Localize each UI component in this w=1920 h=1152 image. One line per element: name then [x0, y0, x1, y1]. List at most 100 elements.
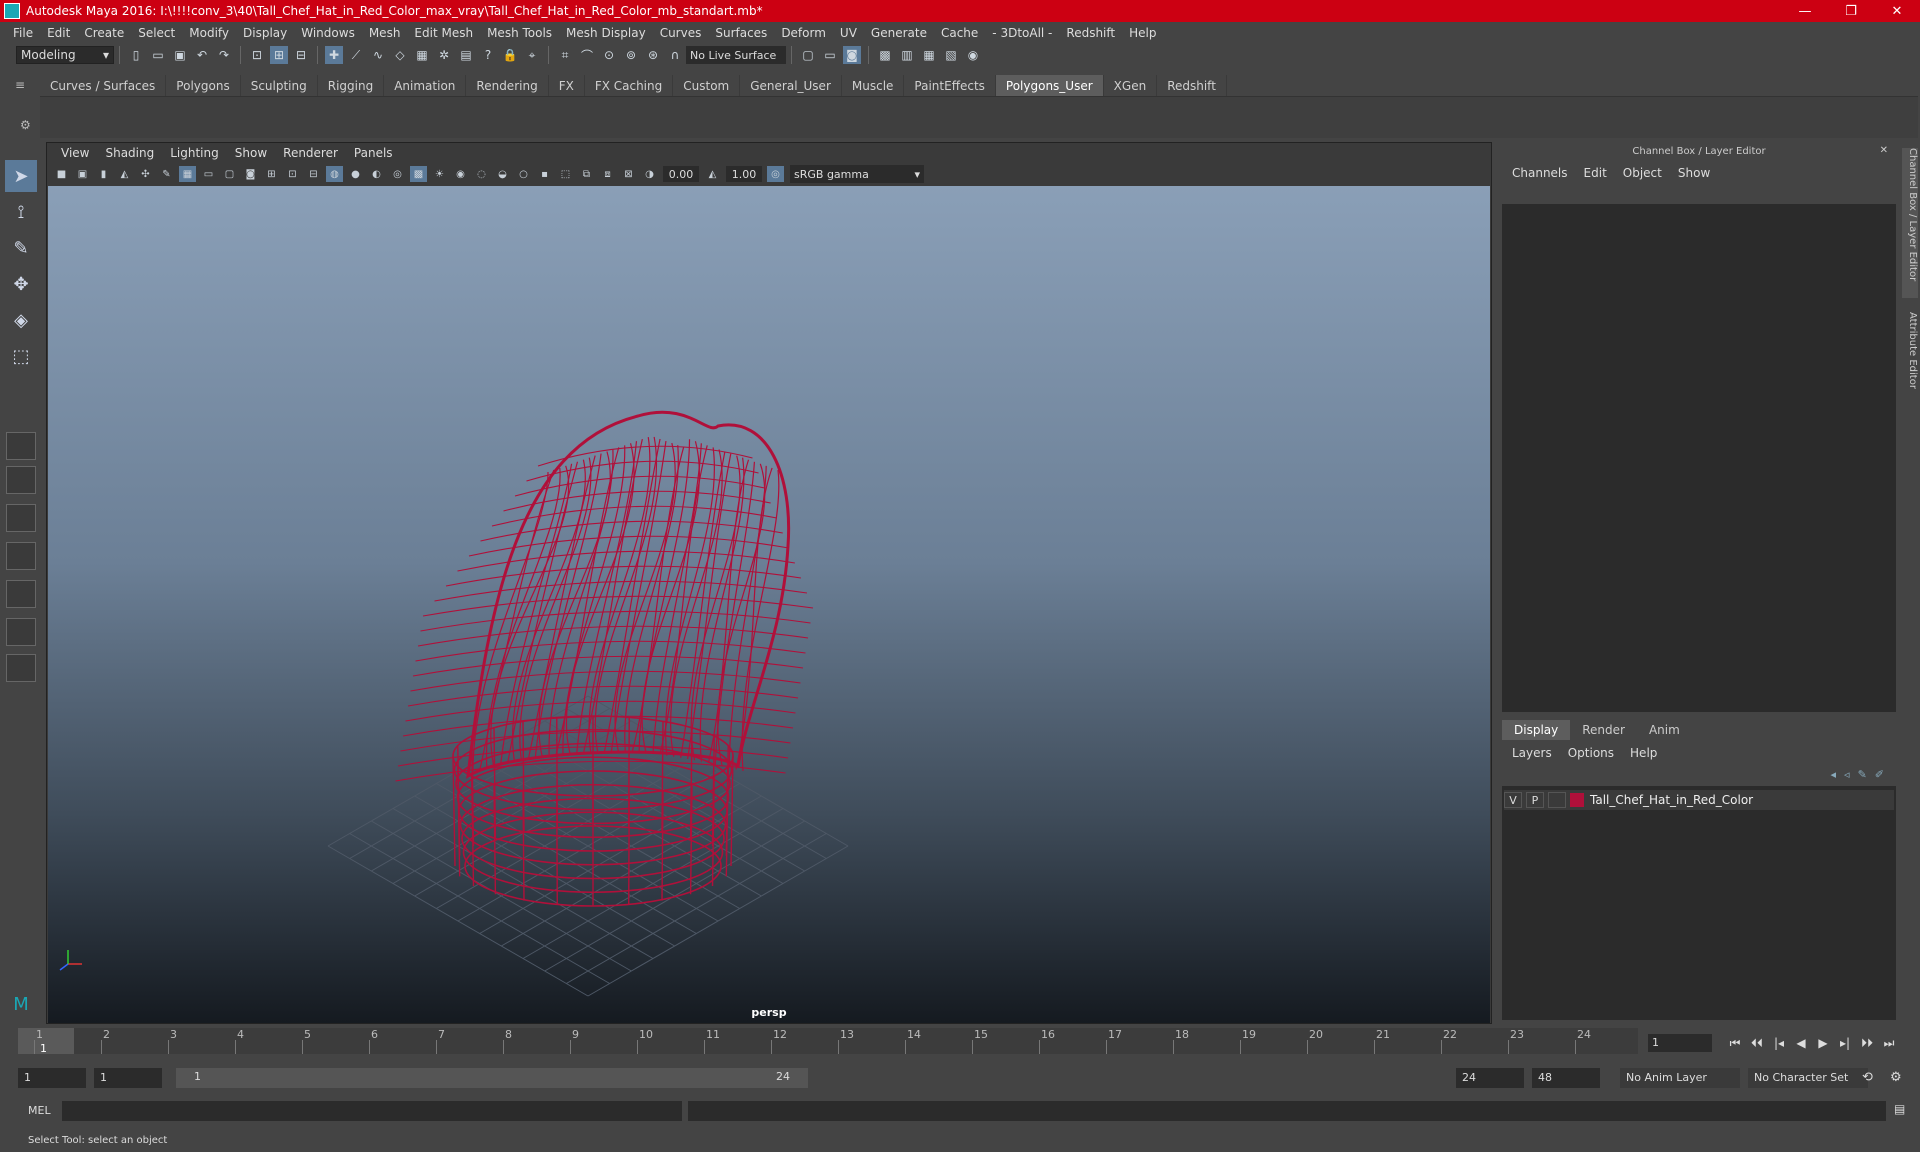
tab-render[interactable]: Render: [1570, 720, 1637, 740]
step-forward-key-icon[interactable]: ⏵⏵: [1856, 1034, 1878, 1052]
time-slider[interactable]: 1 1 2 3 4 5 6 7 8 9 10 11 12 13 14 15 16 17 18 19 20 21 22 23 2…: [18, 1028, 1638, 1055]
move-layer-up-icon[interactable]: ◂: [1831, 768, 1837, 781]
xray-joints-icon[interactable]: ⧈: [599, 166, 616, 182]
menu-edit-mesh[interactable]: Edit Mesh: [407, 26, 480, 40]
persp-hypershade-layout-icon[interactable]: [6, 580, 36, 608]
render-current-frame-icon[interactable]: ▭: [821, 46, 839, 64]
menu-generate[interactable]: Generate: [864, 26, 934, 40]
anti-aliasing-icon[interactable]: ○: [515, 166, 532, 182]
playback-start-field[interactable]: 1: [94, 1068, 162, 1088]
select-joints-icon[interactable]: ⟋: [347, 46, 365, 64]
new-layer-selected-icon[interactable]: ✐: [1875, 768, 1884, 781]
layer-visibility-toggle[interactable]: V: [1504, 792, 1522, 808]
select-tool-icon[interactable]: ➤: [5, 160, 37, 192]
open-scene-icon[interactable]: ▭: [149, 46, 167, 64]
rotate-tool-icon[interactable]: ◈: [5, 304, 37, 336]
menu-deform[interactable]: Deform: [774, 26, 833, 40]
view-transform-dropdown[interactable]: sRGB gamma ▾: [790, 165, 924, 183]
tab-fx-caching[interactable]: FX Caching: [585, 75, 674, 96]
xray-components-icon[interactable]: ⊠: [620, 166, 637, 182]
snap-live-icon[interactable]: ⊛: [644, 46, 662, 64]
safe-title-icon[interactable]: ⊟: [305, 166, 322, 182]
menu-mesh-tools[interactable]: Mesh Tools: [480, 26, 559, 40]
grease-pencil-icon[interactable]: ✎: [158, 166, 175, 182]
menu-uv[interactable]: UV: [833, 26, 864, 40]
snap-grid-icon[interactable]: ⌗: [556, 46, 574, 64]
exposure-icon[interactable]: ◑: [641, 166, 658, 182]
2d-pan-zoom-icon[interactable]: ✣: [137, 166, 154, 182]
tab-rendering[interactable]: Rendering: [466, 75, 549, 96]
construction-history-icon[interactable]: ▢: [799, 46, 817, 64]
menu-curves[interactable]: Curves: [653, 26, 709, 40]
viewport-menu-shading[interactable]: Shading: [97, 146, 162, 160]
tab-sculpting[interactable]: Sculpting: [241, 75, 318, 96]
menu-mesh[interactable]: Mesh: [362, 26, 408, 40]
custom-layout-icon[interactable]: [6, 654, 36, 682]
playback-end-field[interactable]: 24: [1456, 1068, 1524, 1088]
color-management-icon[interactable]: ◎: [767, 166, 784, 182]
go-to-start-icon[interactable]: ⏮: [1724, 1034, 1746, 1052]
script-language-label[interactable]: MEL: [28, 1104, 51, 1117]
film-gate-icon[interactable]: ▭: [200, 166, 217, 182]
side-tab-attribute-editor[interactable]: Attribute Editor: [1902, 312, 1918, 412]
wireframe-on-shaded-icon[interactable]: ◎: [389, 166, 406, 182]
select-deformations-icon[interactable]: ▦: [413, 46, 431, 64]
menu-modify[interactable]: Modify: [182, 26, 236, 40]
tab-general-user[interactable]: General_User: [740, 75, 842, 96]
persp-outliner-layout-icon[interactable]: [6, 504, 36, 532]
select-dynamics-icon[interactable]: ✲: [435, 46, 453, 64]
auto-key-icon[interactable]: ⟲: [1862, 1070, 1873, 1085]
camera-attributes-icon[interactable]: ▣: [74, 166, 91, 182]
depth-of-field-icon[interactable]: ▪: [536, 166, 553, 182]
bookmark-icon[interactable]: ▮: [95, 166, 112, 182]
snap-point-icon[interactable]: ⊙: [600, 46, 618, 64]
menu-surfaces[interactable]: Surfaces: [708, 26, 774, 40]
close-button[interactable]: ✕: [1874, 0, 1920, 22]
live-surface-field[interactable]: No Live Surface: [686, 46, 786, 64]
gate-mask-icon[interactable]: ◙: [242, 166, 259, 182]
step-back-key-icon[interactable]: ⏴⏴: [1746, 1034, 1768, 1052]
menu-redshift[interactable]: Redshift: [1059, 26, 1122, 40]
lasso-tool-icon[interactable]: ⟟: [5, 196, 37, 228]
range-slider[interactable]: 1 24: [176, 1068, 808, 1088]
highlight-selection-icon[interactable]: ⌖: [523, 46, 541, 64]
layer-color-swatch[interactable]: [1570, 793, 1584, 807]
select-component-icon[interactable]: ⊟: [292, 46, 310, 64]
exposure-field[interactable]: 0.00: [663, 166, 699, 182]
tab-custom[interactable]: Custom: [673, 75, 741, 96]
tab-polygons[interactable]: Polygons: [166, 75, 241, 96]
anim-layer-dropdown[interactable]: No Anim Layer: [1620, 1068, 1740, 1088]
select-misc-icon[interactable]: ?: [479, 46, 497, 64]
tab-xgen[interactable]: XGen: [1104, 75, 1158, 96]
menu-layer-help[interactable]: Help: [1622, 746, 1665, 760]
layer-row[interactable]: V P Tall_Chef_Hat_in_Red_Color: [1504, 790, 1894, 810]
select-object-icon[interactable]: ⊞: [270, 46, 288, 64]
play-backwards-icon[interactable]: ◀: [1790, 1034, 1812, 1052]
step-forward-frame-icon[interactable]: ▸|: [1834, 1034, 1856, 1052]
menu-help[interactable]: Help: [1122, 26, 1163, 40]
channel-box-area[interactable]: [1502, 204, 1896, 712]
menu-cb-edit[interactable]: Edit: [1576, 166, 1615, 180]
viewport-menu-panels[interactable]: Panels: [346, 146, 401, 160]
menu-channels[interactable]: Channels: [1504, 166, 1576, 180]
current-time-field[interactable]: 1: [1648, 1034, 1712, 1052]
motion-blur-icon[interactable]: ◒: [494, 166, 511, 182]
screen-space-ao-icon[interactable]: ◌: [473, 166, 490, 182]
move-layer-down-icon[interactable]: ◃: [1844, 768, 1850, 781]
lock-selection-icon[interactable]: 🔒: [501, 46, 519, 64]
move-tool-icon[interactable]: ✥: [5, 268, 37, 300]
tab-display[interactable]: Display: [1502, 720, 1571, 740]
grid-icon[interactable]: ▦: [179, 166, 196, 182]
outliner-persp-layout-icon[interactable]: [6, 618, 36, 646]
single-perspective-layout-icon[interactable]: [6, 432, 36, 460]
go-to-end-icon[interactable]: ⏭: [1878, 1034, 1900, 1052]
tab-polygons-user[interactable]: Polygons_User: [995, 75, 1104, 96]
menu-3dtoall[interactable]: - 3DtoAll -: [985, 26, 1059, 40]
menu-mesh-display[interactable]: Mesh Display: [559, 26, 653, 40]
image-plane-icon[interactable]: ◭: [116, 166, 133, 182]
select-camera-icon[interactable]: ■: [53, 166, 70, 182]
tab-muscle[interactable]: Muscle: [842, 75, 905, 96]
layer-playback-toggle[interactable]: P: [1526, 792, 1544, 808]
animation-end-field[interactable]: 48: [1532, 1068, 1600, 1088]
use-all-lights-icon[interactable]: ☀: [431, 166, 448, 182]
